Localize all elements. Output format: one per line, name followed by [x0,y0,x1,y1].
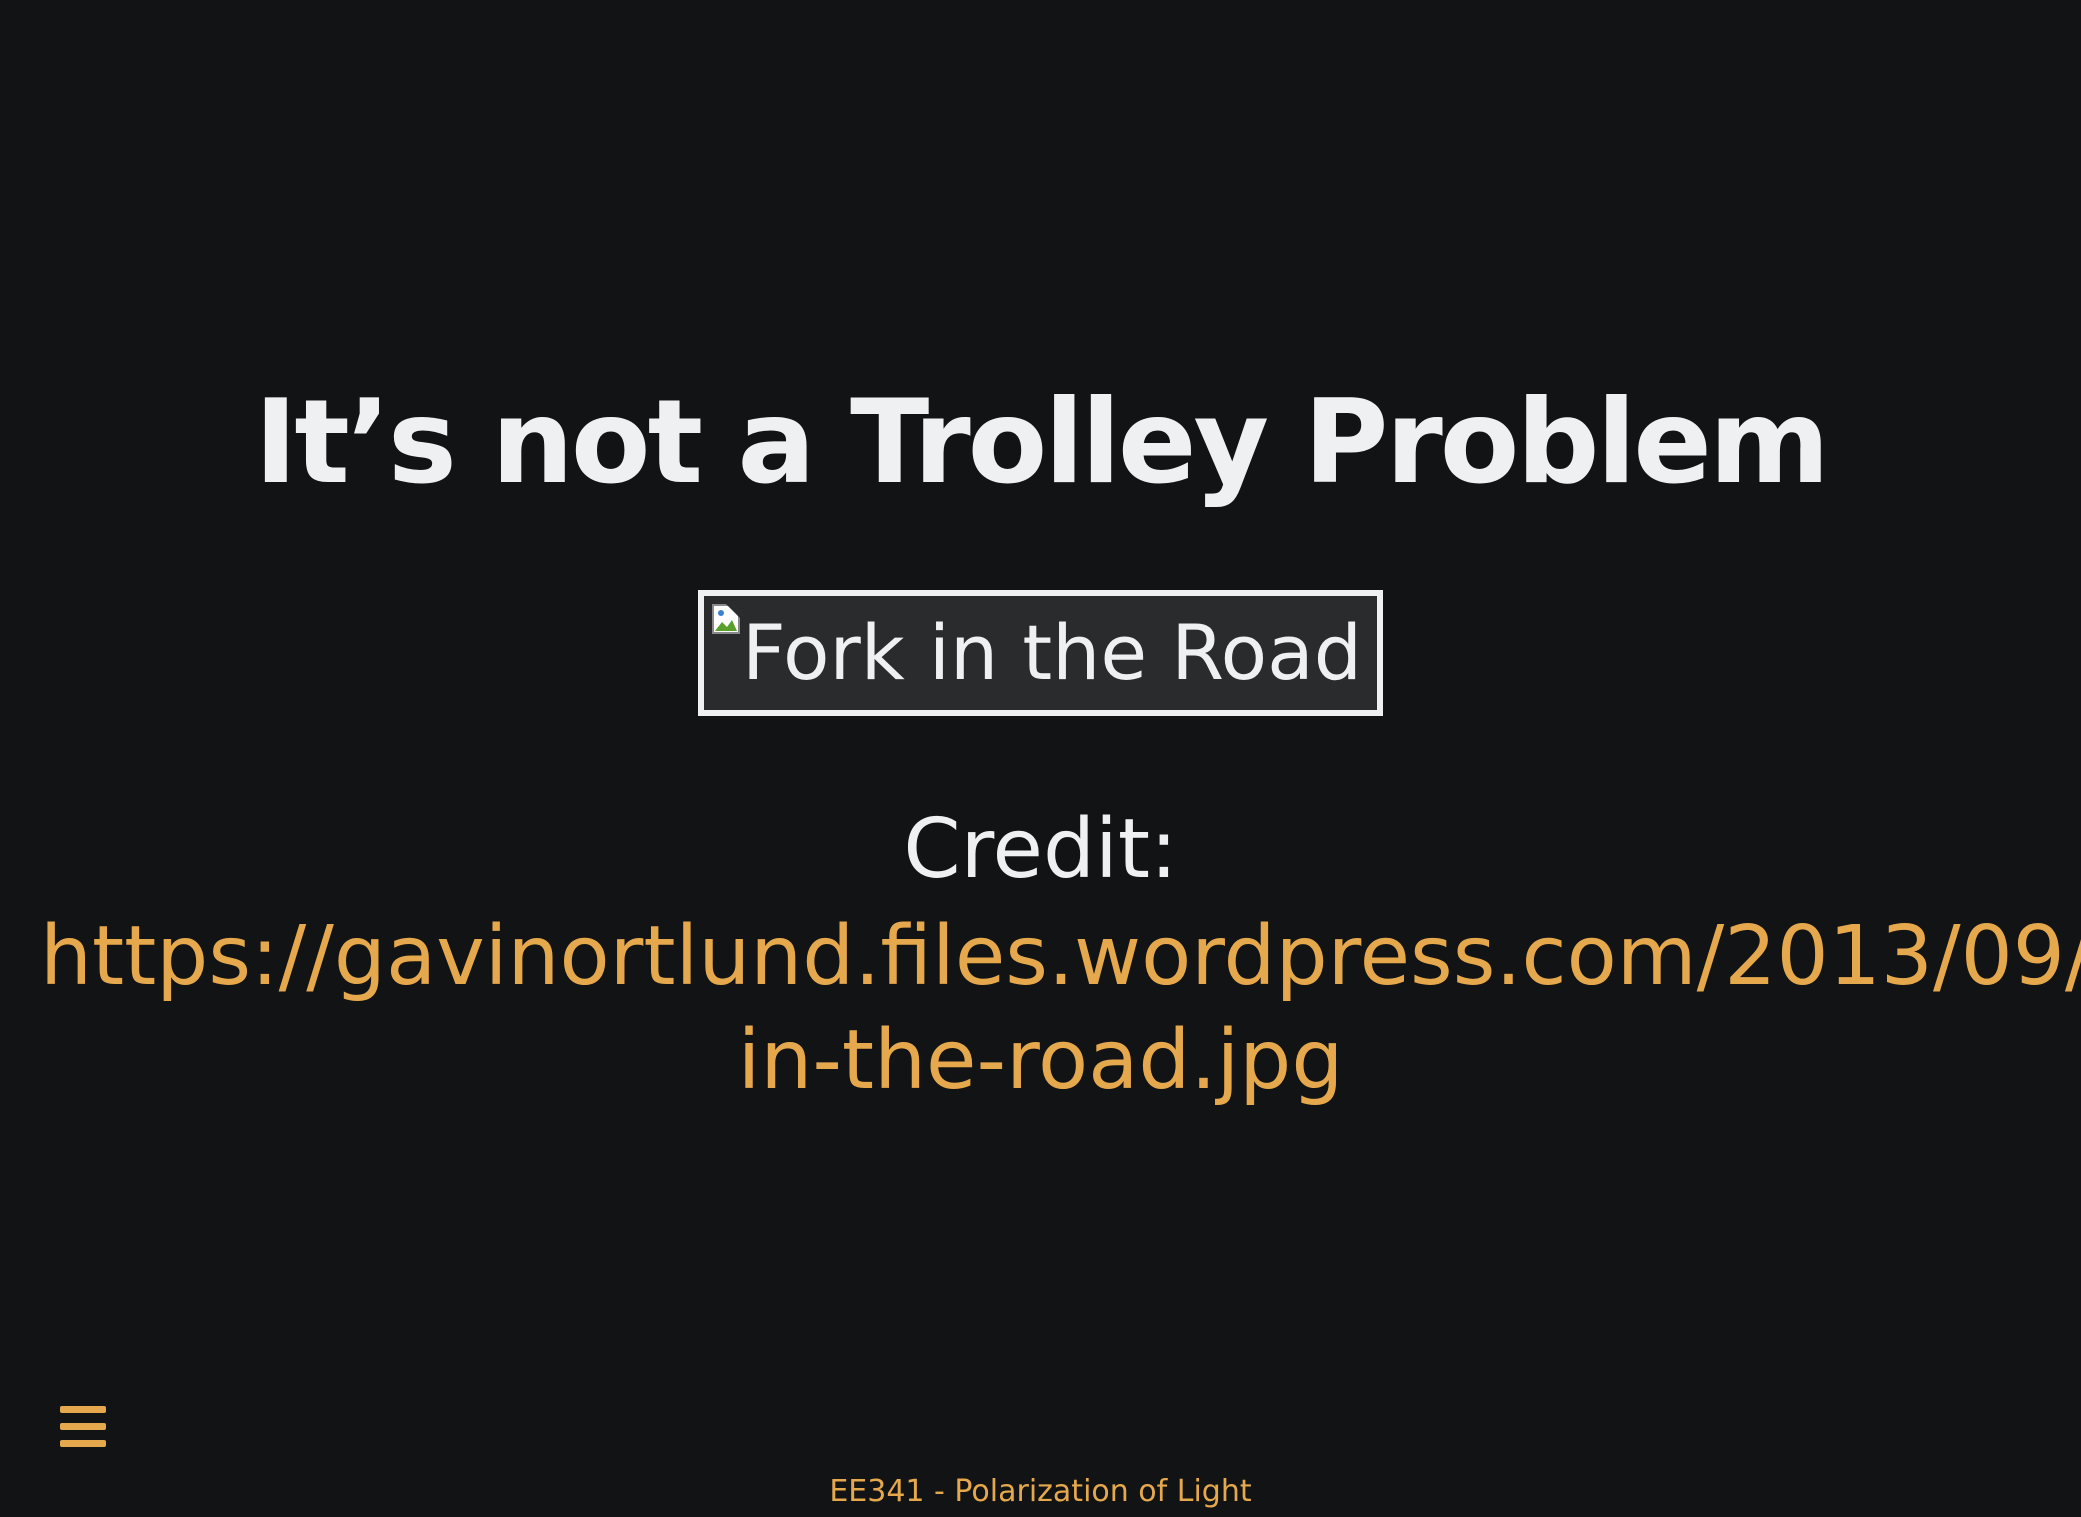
broken-image: Fork in the Road [698,590,1383,716]
credit-label: Credit: [903,802,1178,897]
menu-bar-top [60,1406,106,1413]
credit-link-line2[interactable]: in-the-road.jpg [0,1006,2081,1116]
credit-link-line1[interactable]: https://gavinortlund.files.wordpress.com… [40,902,2081,1012]
image-alt-text: Fork in the Road [742,608,1362,697]
presentation-slide: It’s not a Trolley Problem Fork in the R… [0,0,2081,1517]
menu-bar-middle [60,1423,106,1430]
broken-image-icon [712,604,742,634]
menu-bar-bottom [60,1440,106,1447]
hamburger-menu-icon[interactable] [60,1406,106,1448]
slide-footer: EE341 - Polarization of Light [829,1474,1252,1509]
slide-title: It’s not a Trolley Problem [254,375,1830,510]
